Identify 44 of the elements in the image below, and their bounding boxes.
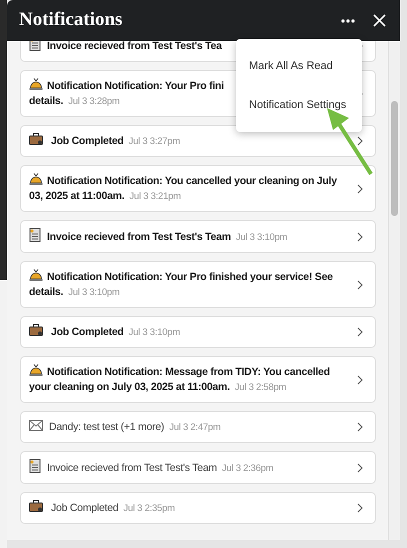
timestamp: Jul 3 2:47pm	[169, 422, 221, 432]
notification-card[interactable]: Notification Notification: You cancelled your cleaning on July 03, 2025 at 11:00am. Jul 3 3:21pm	[20, 165, 376, 212]
panel-title: Notifications	[19, 8, 122, 32]
more-icon[interactable]	[341, 18, 355, 22]
notification-card[interactable]: Job Completed Jul 3 3:10pm	[20, 316, 376, 348]
close-icon[interactable]	[373, 14, 386, 27]
notification-card[interactable]: Dandy: test test (+1 more) Jul 3 2:47pm	[20, 411, 376, 443]
timestamp: Jul 3 3:21pm	[129, 191, 181, 202]
bell-icon	[29, 78, 43, 91]
bell-icon	[29, 173, 43, 186]
timestamp: Jul 3 2:58pm	[234, 382, 286, 393]
notification-text: Job Completed Jul 3 3:10pm	[29, 324, 349, 340]
timestamp: Jul 3 3:10pm	[128, 327, 180, 338]
document-icon	[29, 41, 41, 51]
timestamp: Jul 3 3:10pm	[68, 287, 120, 298]
briefcase-icon	[29, 500, 43, 512]
notification-card[interactable]: Notification Notification: Message from TIDY: You cancelled your cleaning on July 03, 2025 at 11:00am. Jul 3 2:58pm	[20, 356, 376, 403]
notification-text: Notification Notification: Your Pro finished your service! See details. Jul 3 3:10pm	[29, 269, 334, 300]
notification-text: Invoice recieved from Test Test's Team Jul 3 3:10pm	[29, 228, 349, 245]
notification-text: Job Completed Jul 3 3:27pm	[29, 133, 349, 149]
timestamp: Jul 3 3:27pm	[128, 136, 180, 147]
briefcase-icon	[29, 324, 43, 336]
envelope-icon	[29, 420, 43, 430]
scrollbar-thumb[interactable]	[391, 101, 398, 216]
notification-card[interactable]: Notification Notification: Your Pro finished your service! See details. Jul 3 3:10pm	[20, 261, 376, 308]
document-icon	[29, 459, 41, 473]
notification-card[interactable]: Job Completed Jul 3 3:27pm	[20, 125, 376, 157]
timestamp: Jul 3 2:35pm	[123, 503, 175, 514]
document-icon	[29, 228, 41, 242]
notification-card[interactable]: Invoice recieved from Test Test's Team Jul 3 2:36pm	[20, 451, 376, 484]
notification-text: Invoice recieved from Test Test's Team Jul 3 2:36pm	[29, 459, 349, 476]
notification-text: Notification Notification: Message from TIDY: You cancelled your cleaning on July 03, 2025 at 11:00am. Jul 3 2:58pm	[29, 364, 331, 395]
notification-text: Notification Notification: You cancelled your cleaning on July 03, 2025 at 11:00am. Jul 3 3:21pm	[29, 173, 338, 204]
timestamp: Jul 3 3:28pm	[68, 96, 120, 107]
scrollbar[interactable]	[388, 41, 400, 540]
timestamp: Jul 3 3:10pm	[236, 232, 288, 243]
notification-card[interactable]: Job Completed Jul 3 2:35pm	[20, 492, 376, 524]
bell-icon	[29, 364, 43, 377]
bell-icon	[29, 269, 43, 282]
timestamp: Jul 3 2:36pm	[222, 463, 274, 474]
notification-text: Dandy: test test (+1 more) Jul 3 2:47pm	[29, 420, 349, 434]
notification-text: Job Completed Jul 3 2:35pm	[29, 500, 349, 516]
briefcase-icon	[29, 133, 43, 145]
notification-card[interactable]: Invoice recieved from Test Test's Team Jul 3 3:10pm	[20, 220, 376, 253]
